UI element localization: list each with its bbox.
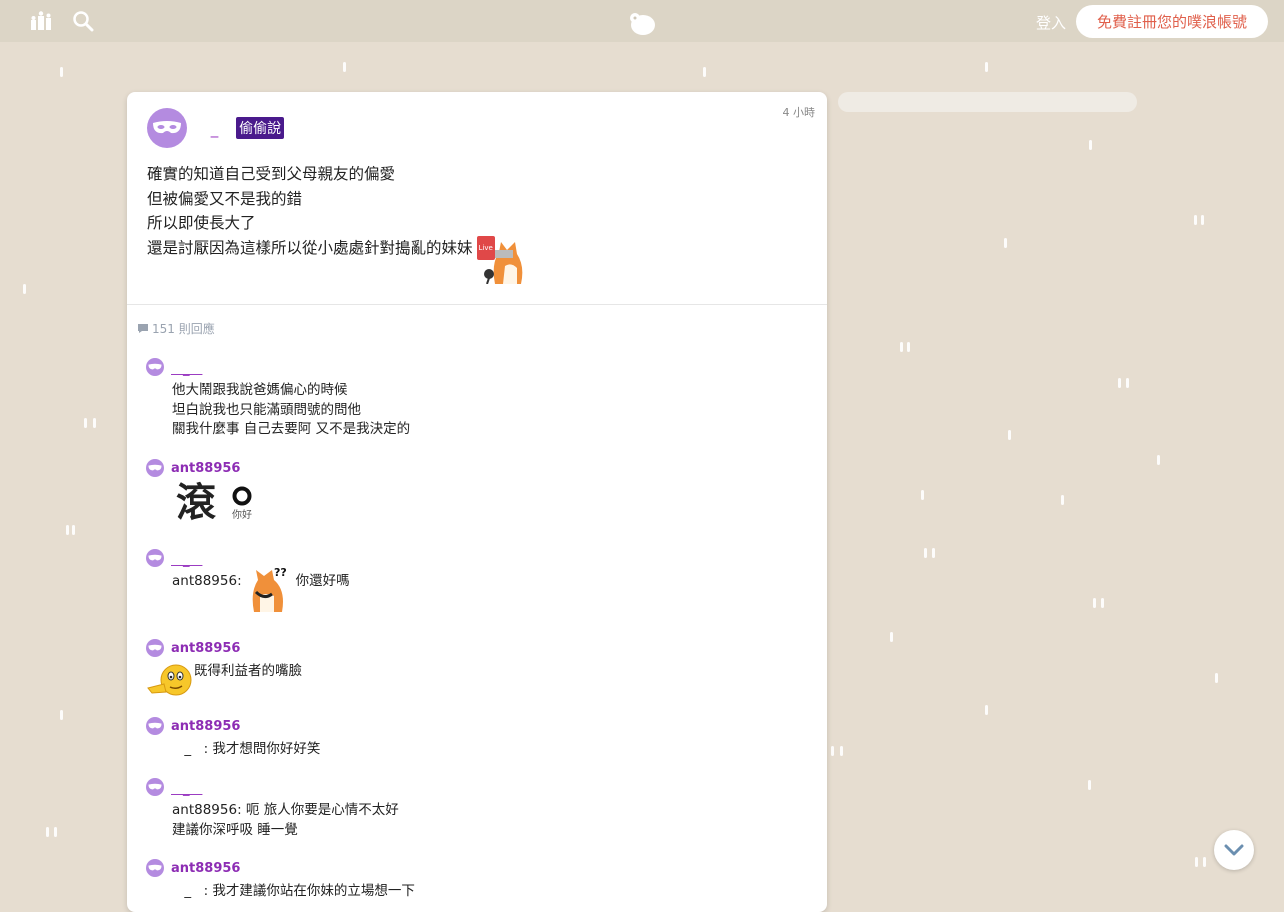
login-link[interactable]: 登入 [1036,12,1066,33]
post-line: 確實的知道自己受到父母親友的偏愛 [147,165,396,183]
avatar[interactable] [146,549,164,567]
avatar[interactable] [147,108,187,148]
search-icon[interactable] [72,10,94,32]
response-item: ant88956 既得利益者的嘴臉 [146,639,302,698]
smirk-emoji-icon [147,664,192,696]
mask-icon [148,864,162,871]
post-time: 4 小時 [782,106,816,119]
response-item: ﾠ_ﾠ 他大鬧跟我說爸媽偏心的時候 坦白說我也只能滿頭問號的問他 關我什麼事 自… [146,358,410,440]
svg-text:??: ?? [274,566,287,579]
response-author[interactable]: ﾠ_ﾠ [171,549,202,568]
explore-icon[interactable] [30,10,52,32]
top-bar: 登入 免費註冊您的噗浪帳號 [0,0,1284,42]
response-text: ant88956: ?? 你還好嗎 [172,566,350,612]
circle-o-icon [232,486,252,505]
response-item: ﾠ_ﾠ ant88956: ?? 你還好嗎 [146,549,350,612]
response-author[interactable]: ﾠ_ﾠ [171,358,202,377]
speech-bubble-icon [138,324,148,333]
response-text: 他大鬧跟我說爸媽偏心的時候 坦白說我也只能滿頭問號的問他 關我什麼事 自己去要阿… [172,382,411,437]
mask-icon [148,554,162,561]
mask-icon [148,783,162,790]
response-text: ﾠ_ﾠ: 我才想問你好好笑 [172,741,321,757]
scroll-down-button[interactable] [1214,830,1254,870]
sidebar-placeholder [838,92,1137,112]
post-line: 但被偏愛又不是我的錯 [147,189,303,208]
mask-icon [148,644,162,651]
response-author[interactable]: ant88956 [171,641,240,656]
response-item: ant88956 ﾠ_ﾠ: 我才想問你好好笑 [146,717,320,760]
fox-live-sticker: Live [476,235,527,284]
avatar[interactable] [146,778,164,796]
response-item: ant88956 滾 你好 [146,459,252,525]
mask-icon [148,363,162,370]
mask-icon [148,464,162,471]
signup-button[interactable]: 免費註冊您的噗浪帳號 [1076,5,1268,38]
chevron-down-icon [1224,844,1244,856]
avatar[interactable] [146,459,164,477]
response-author[interactable]: ant88956 [171,461,240,476]
avatar[interactable] [146,358,164,376]
post-line: 所以即使長大了 [147,214,256,232]
response-item: ant88956 ﾠ_ﾠ: 我才建議你站在你妹的立場想一下 [146,859,415,902]
big-text-sticker: 滾 [176,480,216,526]
response-text: 滾 你好 [176,480,252,526]
post-content: 確實的知道自己受到父母親友的偏愛 但被偏愛又不是我的錯 所以即使長大了 還是討厭… [147,162,527,284]
response-text: ﾠ_ﾠ: 我才建議你站在你妹的立場想一下 [172,883,415,899]
mask-icon [148,722,162,729]
plurk-card: ﾠ_ﾠ 偷偷說 4 小時 確實的知道自己受到父母親友的偏愛 但被偏愛又不是我的錯… [127,92,827,912]
post-line: 還是討厭因為這樣所以從小處處針對搗亂的妹妹 [147,238,473,257]
anon-badge: 偷偷說 [236,117,285,139]
response-author[interactable]: ant88956 [171,861,240,876]
response-author[interactable]: ﾠ_ﾠ [171,778,202,797]
mask-icon [153,121,181,134]
response-count[interactable]: 151 則回應 [137,320,215,337]
response-author[interactable]: ant88956 [171,719,240,734]
response-text: 既得利益者的嘴臉 [146,662,302,698]
avatar[interactable] [146,859,164,877]
divider [127,304,827,305]
response-item: ﾠ_ﾠ ant88956: 呃 旅人你要是心情不太好 建議你深呼吸 睡一覺 [146,778,399,840]
plurk-logo-icon[interactable] [626,9,658,41]
post-header: ﾠ_ﾠ 偷偷說 [147,108,285,148]
confused-fox-sticker: ?? [252,566,287,612]
post-author[interactable]: ﾠ_ﾠ [197,118,232,139]
response-text: ant88956: 呃 旅人你要是心情不太好 建議你深呼吸 睡一覺 [172,802,399,838]
avatar[interactable] [146,639,164,657]
avatar[interactable] [146,717,164,735]
